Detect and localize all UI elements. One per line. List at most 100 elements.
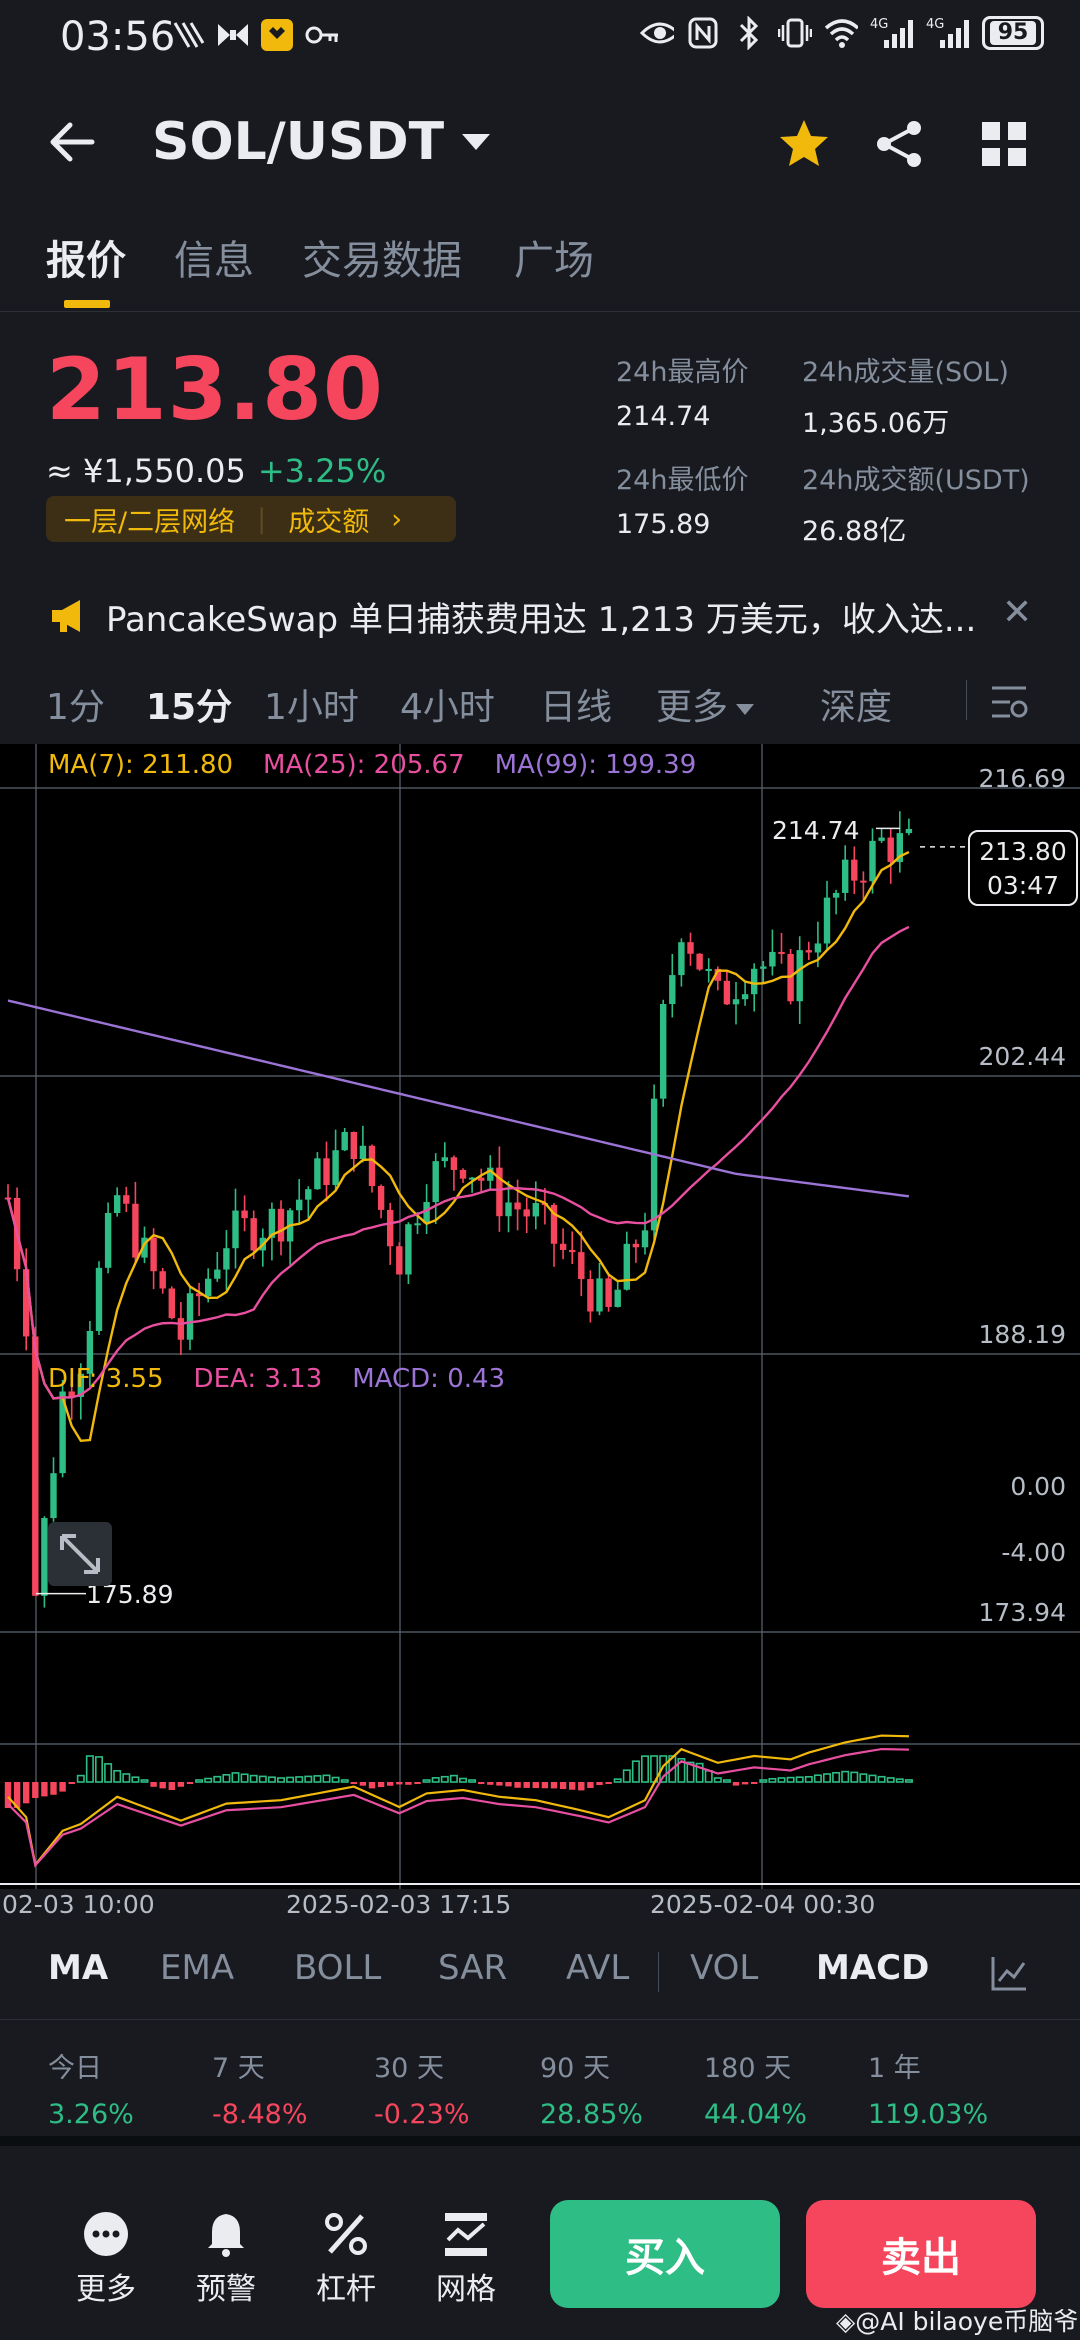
macd-bar [777,1777,786,1783]
tab-quote[interactable]: 报价 [46,228,126,286]
indicator-avl[interactable]: AVL [566,1948,629,1988]
macd-bar [23,1782,30,1804]
macd-bar [468,1779,477,1783]
last-price-tag: 213.80 03:47 [968,830,1078,906]
sell-button[interactable]: 卖出 [806,2200,1036,2308]
chart-settings-icon[interactable] [990,684,1028,720]
candle-body [514,1202,521,1210]
candle-body [705,968,712,971]
macd-bar [313,1775,322,1783]
status-time: 03:56 [60,14,176,60]
stat-24h-high: 24h最高价 214.74 [616,357,749,432]
stat-24h-low: 24h最低价 175.89 [616,465,749,540]
macd-bar [704,1770,713,1783]
percent-icon [325,2213,367,2255]
macd-tick-1: 0.00 [1010,1472,1066,1501]
kline-chart[interactable]: MA(7): 211.80 MA(25): 205.67 MA(99): 199… [0,744,1080,1889]
indicator-settings-icon[interactable] [990,1954,1028,1992]
category-tag[interactable]: 一层/二层网络 | 成交额 › [46,496,456,542]
layout-button[interactable] [980,120,1028,168]
indicator-boll[interactable]: BOLL [294,1948,381,1988]
macd-bar [458,1777,467,1783]
last-price: 213.80 [46,340,384,440]
tab-square[interactable]: 广场 [514,228,594,286]
ma7-line [6,850,910,1443]
interval-1h[interactable]: 1小时 [264,678,359,730]
indicator-vol[interactable]: VOL [690,1948,758,1988]
macd-bar [195,1779,204,1783]
stat-24h-amount: 24h成交额(USDT) 26.88亿 [802,465,1030,547]
vibrate-icon [778,16,812,50]
macd-bar [850,1771,859,1783]
macd-bar [350,1782,357,1784]
pair-title: SOL/USDT [152,112,445,172]
fullscreen-button[interactable] [48,1522,112,1586]
wifi-icon [824,16,858,50]
expand-icon [60,1534,100,1574]
chart-canvas[interactable] [0,744,1080,1889]
news-banner[interactable]: PancakeSwap 单日捕获费用达 1,213 万美元，收入达... ✕ [0,584,1080,644]
pair-selector[interactable]: SOL/USDT [152,112,491,172]
candle-body [769,951,776,967]
macd-bar [186,1782,194,1784]
candle-body [305,1189,312,1200]
macd-bar [813,1774,822,1783]
interval-4h[interactable]: 4小时 [400,678,495,730]
macd-bar [140,1779,149,1783]
perf-item: 7 天 -8.48% [212,2053,308,2130]
candle-body [842,859,849,893]
macd-bar [267,1776,276,1783]
back-button[interactable] [44,112,104,172]
indicator-macd[interactable]: MACD [816,1948,929,1988]
depth-tab[interactable]: 深度 [820,678,892,730]
tab-info[interactable]: 信息 [174,228,254,286]
stat-24h-volume: 24h成交量(SOL) 1,365.06万 [802,357,1009,439]
candle-body [887,837,894,862]
candle-body [578,1252,585,1280]
candle-body [450,1157,458,1170]
share-button[interactable] [872,116,928,172]
macd-bar [904,1779,913,1783]
candle-body [851,859,858,881]
candle-body [423,1202,430,1224]
candle-body [823,897,831,944]
macd-bar [32,1782,39,1798]
macd-bar [368,1782,376,1789]
favorite-button[interactable] [776,116,832,172]
ma-legend: MA(7): 211.80 MA(25): 205.67 MA(99): 199… [48,750,696,780]
candle-body [95,1267,103,1331]
macd-bar [387,1782,394,1786]
interval-15m[interactable]: 15分 [146,678,232,730]
ma99-line [7,999,910,1198]
perf-item: 今日 3.26% [48,2053,134,2130]
buy-button[interactable]: 买入 [550,2200,780,2308]
grid-trading-button[interactable]: 网格 [416,2210,516,2308]
tab-trade-data[interactable]: 交易数据 [302,228,462,286]
macd-bar [804,1776,813,1783]
interval-1m[interactable]: 1分 [46,678,105,730]
macd-bar [131,1776,140,1783]
indicator-ema[interactable]: EMA [160,1948,234,1988]
candle-body [559,1243,567,1250]
macd-bar [68,1782,75,1784]
indicator-ma[interactable]: MA [48,1948,108,1988]
ma25-label: MA(25): 205.67 [263,750,465,780]
bowtie-icon [216,18,250,52]
more-button[interactable]: 更多 [56,2210,156,2308]
alert-button[interactable]: 预警 [176,2210,276,2308]
candle-body [177,1318,185,1340]
perf-item: 180 天 44.04% [704,2053,807,2130]
leverage-button[interactable]: 杠杆 [296,2210,396,2308]
chevron-right-icon: › [391,503,403,535]
macd-bar [895,1778,904,1783]
macd-bar [631,1760,640,1783]
y-tick-4: 173.94 [978,1598,1066,1627]
interval-more[interactable]: 更多 [656,678,755,730]
close-icon[interactable]: ✕ [1002,592,1032,633]
candle-body [41,1518,48,1596]
macd-bar [414,1782,421,1784]
indicator-sar[interactable]: SAR [438,1948,507,1988]
macd-bar [487,1782,494,1785]
key-icon [304,18,338,52]
interval-daily[interactable]: 日线 [540,678,612,730]
